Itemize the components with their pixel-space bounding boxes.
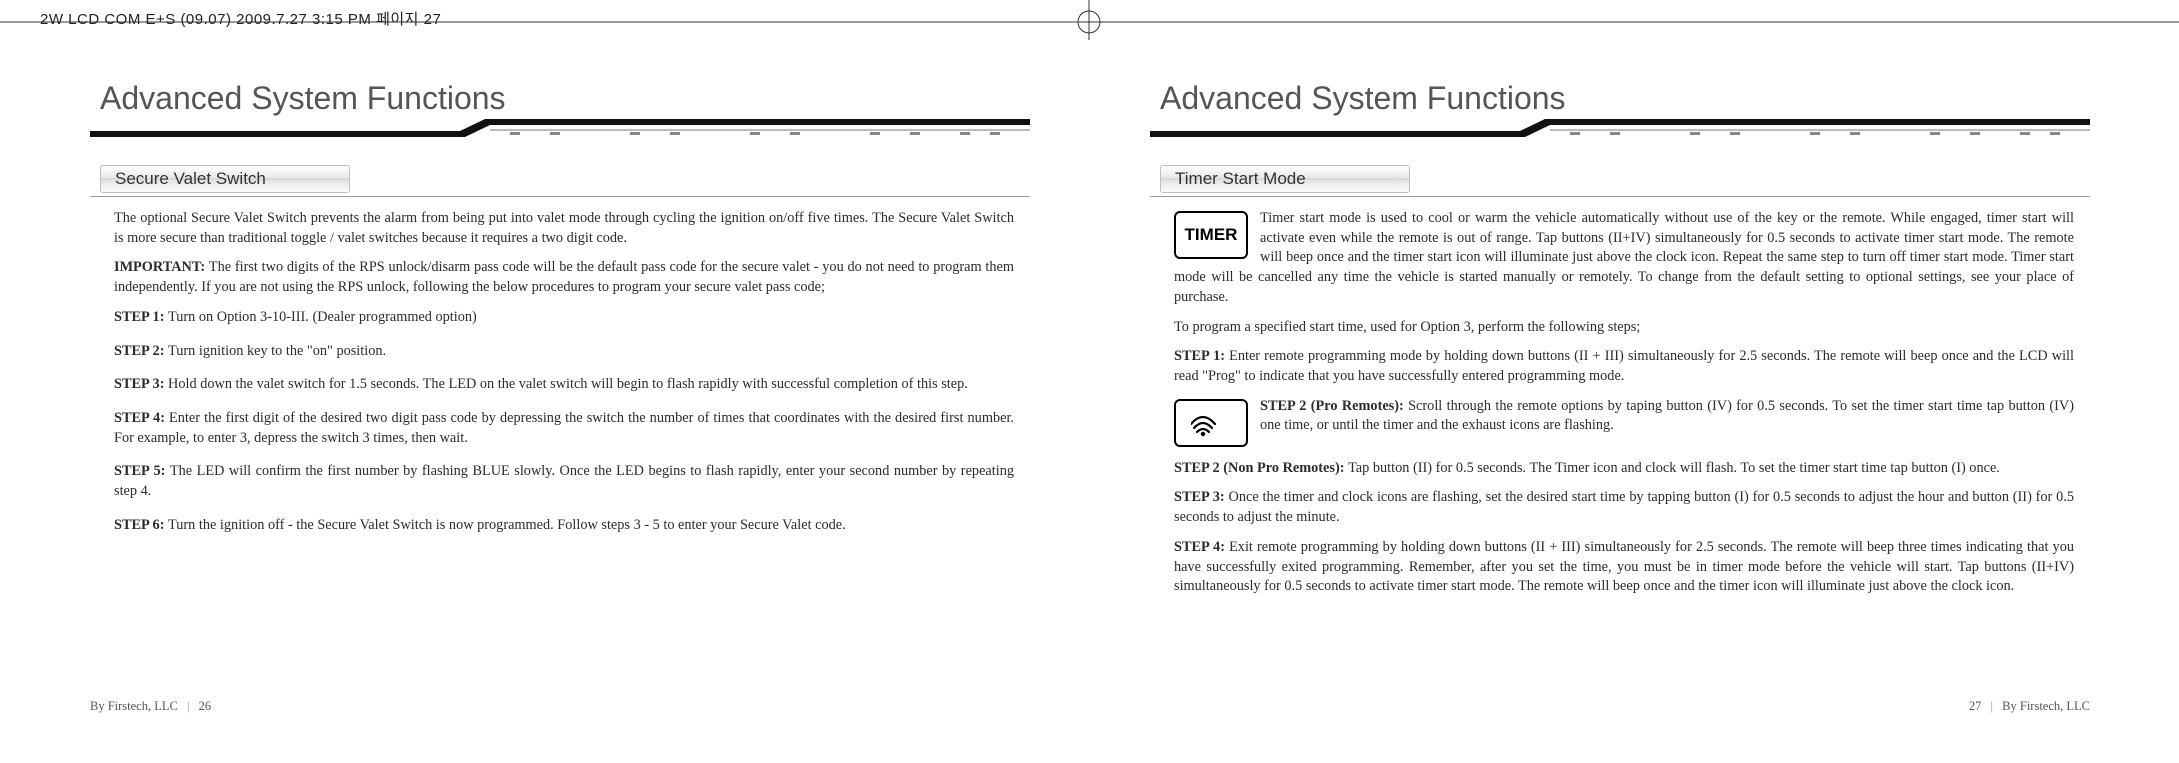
page-26: Advanced System Functions Secure Valet S… (30, 40, 1090, 740)
step-3: STEP 3: Hold down the valet switch for 1… (114, 375, 1014, 395)
section-header-secure-valet: Secure Valet Switch (100, 165, 350, 193)
paragraph: Timer start mode is used to cool or warm… (1174, 209, 2074, 308)
body-text-right: TIMER Timer start mode is used to cool o… (1150, 209, 2090, 597)
step-2-pro-wrap: STEP 2 (Pro Remotes): Scroll through the… (1174, 397, 2074, 449)
paragraph-important: IMPORTANT: The first two digits of the R… (114, 258, 1014, 297)
section-header-timer-start: Timer Start Mode (1160, 165, 1410, 193)
step-6: STEP 6: Turn the ignition off - the Secu… (114, 516, 1014, 536)
footer-company: By Firstech, LLC (2002, 699, 2090, 713)
footer-page-number: 26 (199, 699, 212, 713)
footer-separator: | (1991, 699, 1994, 713)
page-title: Advanced System Functions (1160, 80, 2090, 117)
page-spread: Advanced System Functions Secure Valet S… (30, 40, 2150, 740)
footer-company: By Firstech, LLC (90, 699, 178, 713)
section-divider (90, 196, 1030, 197)
body-text-left: The optional Secure Valet Switch prevent… (90, 209, 1030, 536)
step-4: STEP 4: Enter the first digit of the des… (114, 409, 1014, 448)
timer-icon: TIMER (1174, 211, 1248, 259)
step-4: STEP 4: Exit remote programming by holdi… (1174, 538, 2074, 597)
footer-page-number: 27 (1969, 699, 1982, 713)
step-2-nonpro: STEP 2 (Non Pro Remotes): Tap button (II… (1174, 459, 2074, 479)
title-rule-decoration (1150, 119, 2090, 147)
print-job-header: 2W LCD COM E+S (09.07) 2009.7.27 3:15 PM… (40, 8, 441, 29)
page-27: Advanced System Functions Timer Start Mo… (1090, 40, 2150, 740)
step-2: STEP 2: Turn ignition key to the "on" po… (114, 342, 1014, 362)
step-2-pro: STEP 2 (Pro Remotes): Scroll through the… (1174, 397, 2074, 436)
step-3: STEP 3: Once the timer and clock icons a… (1174, 488, 2074, 527)
paragraph: The optional Secure Valet Switch prevent… (114, 209, 1014, 248)
footer-separator: | (187, 699, 190, 713)
step-1: STEP 1: Turn on Option 3-10-III. (Dealer… (114, 308, 1014, 328)
remote-signal-icon (1174, 399, 1248, 447)
page-footer-right: 27 | By Firstech, LLC (1969, 699, 2090, 714)
page-footer-left: By Firstech, LLC | 26 (90, 699, 211, 714)
step-1: STEP 1: Enter remote programming mode by… (1174, 347, 2074, 386)
intro-wrap: TIMER Timer start mode is used to cool o… (1174, 209, 2074, 308)
section-divider (1150, 196, 2090, 197)
step-5: STEP 5: The LED will confirm the first n… (114, 462, 1014, 501)
page-title: Advanced System Functions (100, 80, 1030, 117)
title-rule-decoration (90, 119, 1030, 147)
paragraph: To program a specified start time, used … (1174, 318, 2074, 338)
